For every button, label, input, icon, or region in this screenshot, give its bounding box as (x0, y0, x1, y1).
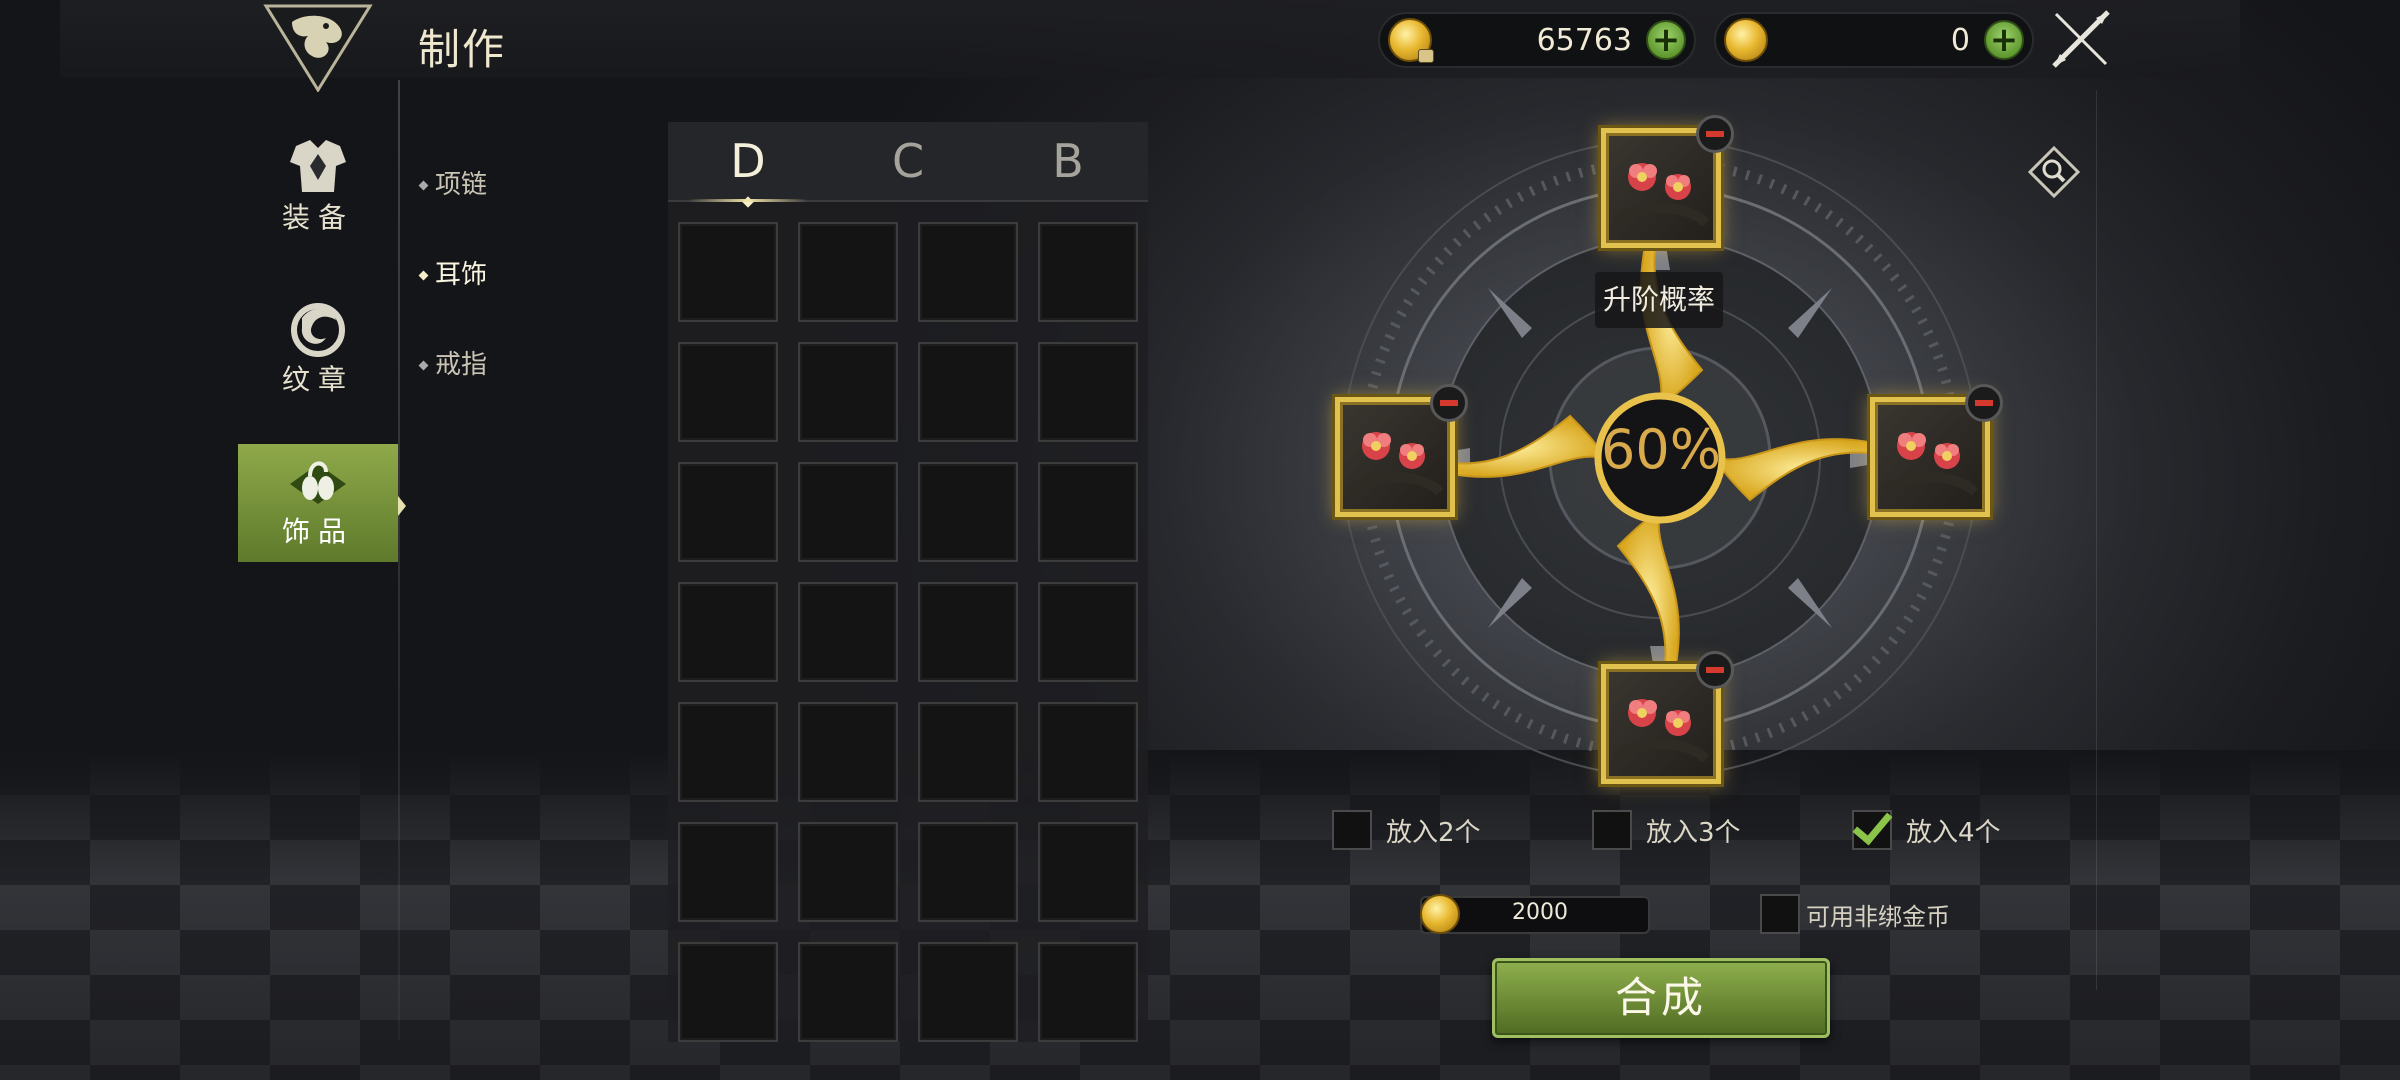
craft-cost: 2000 (1512, 900, 1568, 925)
material-slot[interactable] (798, 822, 898, 922)
armor-icon (286, 136, 350, 196)
bullet-icon (418, 270, 429, 281)
remove-item-button[interactable] (1696, 651, 1734, 689)
use-nonbound-gold-option[interactable]: 可用非绑金币 (1760, 894, 1950, 934)
material-slot[interactable] (1038, 222, 1138, 322)
material-slot[interactable] (1038, 702, 1138, 802)
red-flower-earring-icon (1612, 699, 1710, 763)
bound-gold-coin-icon (1388, 18, 1434, 63)
material-slot[interactable] (678, 942, 778, 1042)
option-put-3[interactable]: 放入3个 (1592, 810, 1741, 850)
material-slot[interactable] (798, 342, 898, 442)
material-slot[interactable] (678, 462, 778, 562)
right-divider (2096, 90, 2097, 990)
material-slot[interactable] (1038, 342, 1138, 442)
option-label-put-4: 放入4个 (1906, 817, 2001, 848)
close-icon[interactable] (2050, 8, 2112, 70)
dragon-emblem-icon (262, 2, 374, 93)
material-slot-grid (678, 222, 1138, 1042)
nav-label-emblem: 纹章 (281, 363, 354, 396)
nav-label-equipment: 装备 (281, 201, 354, 234)
active-nav-arrow-icon (398, 496, 406, 516)
bound-gold-amount: 65763 (1536, 22, 1632, 58)
material-slot[interactable] (1038, 582, 1138, 682)
material-slot[interactable] (918, 822, 1018, 922)
tab-grade-d[interactable]: D (668, 122, 828, 202)
material-slot[interactable] (918, 342, 1018, 442)
subnav-label-earring: 耳饰 (435, 260, 488, 290)
tab-grade-c[interactable]: C (828, 122, 988, 200)
bullet-icon (418, 180, 429, 191)
checkbox-put-3[interactable] (1592, 810, 1632, 850)
grade-tabs: D C B (668, 122, 1148, 202)
red-flower-earring-icon (1346, 432, 1444, 496)
option-put-4[interactable]: 放入4个 (1852, 810, 2001, 850)
material-slot[interactable] (918, 462, 1018, 562)
add-gold-button[interactable]: + (1984, 20, 2024, 60)
tab-grade-b[interactable]: B (988, 122, 1148, 200)
bound-gold-coin-icon (1420, 894, 1460, 934)
material-slot[interactable] (678, 342, 778, 442)
checkered-floor (0, 750, 2400, 1080)
material-slot[interactable] (798, 702, 898, 802)
craft-button[interactable]: 合成 (1492, 958, 1830, 1038)
material-slot[interactable] (918, 942, 1018, 1042)
remove-item-button[interactable] (1430, 384, 1468, 422)
emblem-icon (286, 298, 350, 358)
material-slot[interactable] (678, 582, 778, 682)
craft-slot-right[interactable] (1870, 384, 2003, 517)
upgrade-rate-value: 60% (1600, 418, 1722, 481)
option-label-put-2: 放入2个 (1386, 817, 1481, 848)
option-put-2[interactable]: 放入2个 (1332, 810, 1481, 850)
remove-item-button[interactable] (1965, 384, 2003, 422)
subnav-necklace[interactable]: 项链 (418, 164, 488, 201)
nav-item-emblem[interactable]: 纹章 (238, 292, 398, 410)
checkbox-put-2[interactable] (1332, 810, 1372, 850)
remove-item-button[interactable] (1696, 115, 1734, 153)
material-slot[interactable] (798, 942, 898, 1042)
red-flower-earring-icon (1881, 432, 1979, 496)
gold-amount: 0 (1950, 22, 1970, 58)
nav-item-accessory[interactable]: 饰品 (238, 444, 398, 562)
material-slot[interactable] (678, 822, 778, 922)
material-slot[interactable] (1038, 942, 1138, 1042)
material-slot[interactable] (678, 702, 778, 802)
material-slot[interactable] (918, 702, 1018, 802)
use-nonbound-gold-label: 可用非绑金币 (1806, 902, 1950, 931)
accessory-icon (286, 450, 350, 510)
gold-balance: 0 + (1714, 12, 2034, 68)
material-slot[interactable] (798, 462, 898, 562)
add-bound-gold-button[interactable]: + (1646, 20, 1686, 60)
craft-slot-bottom[interactable] (1601, 651, 1734, 784)
nav-divider (398, 80, 400, 1040)
craft-slot-left[interactable] (1335, 384, 1468, 517)
nav-label-accessory: 饰品 (281, 515, 354, 548)
subnav-label-necklace: 项链 (435, 170, 488, 200)
subnav-earring[interactable]: 耳饰 (418, 254, 488, 291)
material-slot[interactable] (918, 582, 1018, 682)
material-slot[interactable] (798, 582, 898, 682)
material-slot[interactable] (918, 222, 1018, 322)
bullet-icon (418, 360, 429, 371)
material-slot[interactable] (1038, 822, 1138, 922)
checkbox-put-4[interactable] (1852, 810, 1892, 850)
magnifier-icon[interactable] (2027, 145, 2081, 199)
bound-gold-balance: 65763 + (1378, 12, 1696, 68)
material-slot[interactable] (798, 222, 898, 322)
red-flower-earring-icon (1612, 163, 1710, 227)
craft-slot-top[interactable] (1601, 115, 1734, 248)
material-slot[interactable] (1038, 462, 1138, 562)
page-title: 制作 (418, 25, 507, 74)
subnav-ring[interactable]: 戒指 (418, 344, 488, 381)
option-label-put-3: 放入3个 (1646, 817, 1741, 848)
nav-item-equipment[interactable]: 装备 (238, 130, 398, 248)
subnav-label-ring: 戒指 (435, 350, 488, 380)
upgrade-rate-label: 升阶概率 (1595, 272, 1723, 328)
checkbox-use-nonbound-gold[interactable] (1760, 894, 1800, 934)
gold-coin-icon (1724, 18, 1768, 62)
material-slot[interactable] (678, 222, 778, 322)
